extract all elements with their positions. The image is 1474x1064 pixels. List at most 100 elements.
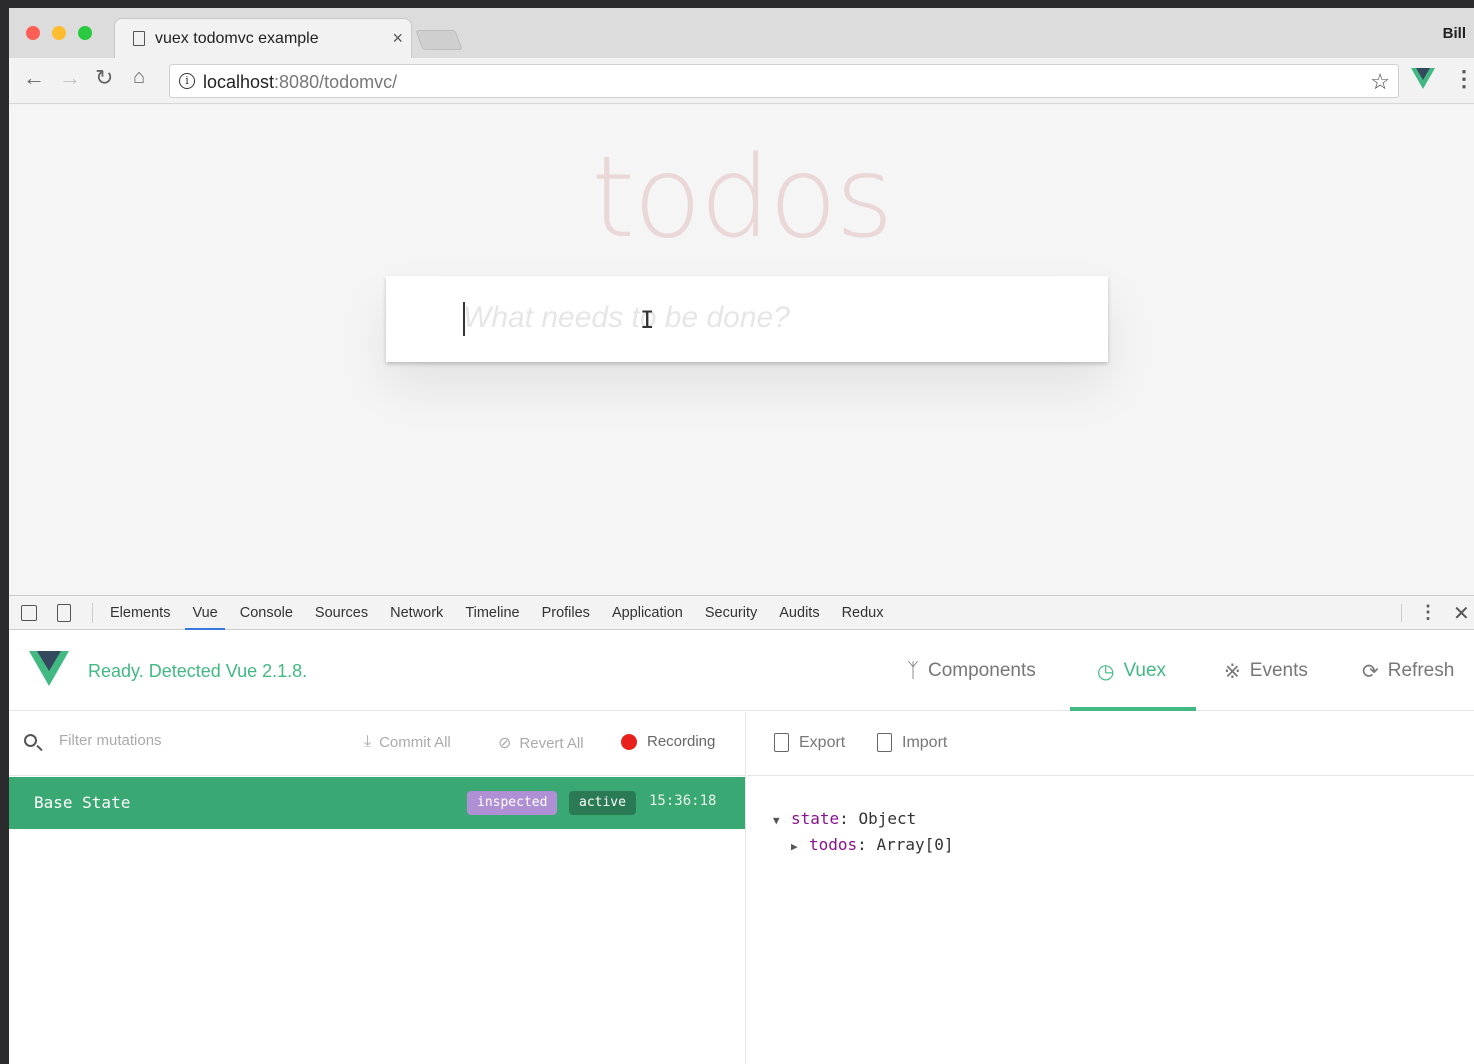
vue-logo-icon [29,651,69,686]
download-icon: ⤓ [364,733,372,750]
devtools-tabbar: Elements Vue Console Sources Network Timeline… [9,596,1474,630]
state-timestamp: 15:36:18 [649,793,717,809]
close-window-button[interactable] [26,26,40,40]
nav-events[interactable]: ※ Events [1224,631,1308,711]
mutations-toolbar: ⤓ Commit All ⊘ Revert All Recording [9,712,745,776]
todos-value: Array[0] [876,835,954,854]
maximize-window-button[interactable] [78,26,92,40]
import-button[interactable]: Import [877,733,947,752]
device-toolbar-icon[interactable] [57,604,71,622]
devtools-tab-network[interactable]: Network [379,596,454,630]
nav-events-label: Events [1249,660,1308,681]
state-value: Object [858,809,917,828]
copy-icon [774,733,789,752]
base-state-row[interactable]: Base State inspected active 15:36:18 [9,777,745,829]
reload-icon[interactable]: ↻ [95,67,113,89]
devtools-panel: Elements Vue Console Sources Network Timeline… [9,595,1474,1064]
home-icon[interactable]: ⌂ [133,67,145,87]
nav-vuex-label: Vuex [1123,660,1167,681]
bookmark-star-icon[interactable]: ☆ [1370,69,1390,95]
history-icon: ◷ [1097,660,1115,683]
commit-all-label: Commit All [379,733,451,751]
export-button[interactable]: Export [774,733,845,752]
tree-row-state[interactable]: ▼ state: Object [773,806,954,832]
divider [1401,604,1402,622]
expanded-arrow-icon[interactable]: ▼ [773,808,791,834]
search-icon [24,734,37,747]
page-content: todos I [9,105,1474,595]
nav-components-label: Components [928,660,1036,681]
ibeam-cursor-icon: I [640,306,655,334]
address-bar[interactable]: i localhost:8080/todomvc/ ☆ [169,64,1399,98]
inspect-element-icon[interactable] [21,605,37,621]
export-label: Export [799,733,846,751]
text-caret [463,302,465,336]
page-title: todos [591,133,893,263]
devtools-tabs: Elements Vue Console Sources Network Timeline… [99,596,895,630]
devtools-tab-elements[interactable]: Elements [99,596,181,630]
inspector-toolbar: Export Import [747,712,1474,776]
components-icon: ᛉ [907,659,919,682]
filter-mutations-input[interactable] [59,732,339,749]
profile-name[interactable]: Bill [1443,25,1466,42]
nav-components[interactable]: ᛉ Components [907,631,1036,711]
divider [92,603,93,623]
state-key: state [791,809,840,828]
tab-strip: vuex todomvc example × Bill [9,8,1474,58]
revert-all-label: Revert All [519,734,584,752]
forward-arrow-icon[interactable]: → [59,67,81,89]
base-state-label: Base State [34,793,131,812]
new-todo-input[interactable] [463,298,1063,338]
devtools-tab-redux[interactable]: Redux [831,596,895,630]
tab-close-icon[interactable]: × [392,28,403,49]
commit-all-button[interactable]: ⤓ Commit All [364,733,451,751]
nav-refresh-label: Refresh [1387,660,1455,681]
minimize-window-button[interactable] [52,26,66,40]
active-nav-indicator [1070,707,1196,711]
import-label: Import [902,733,948,751]
collapsed-arrow-icon[interactable]: ▶ [791,834,809,860]
new-todo-container: I [386,276,1108,362]
devtools-tab-application[interactable]: Application [601,596,694,630]
mutations-pane: ⤓ Commit All ⊘ Revert All Recording Base… [9,712,746,1064]
revert-all-button[interactable]: ⊘ Revert All [498,733,584,753]
devtools-tab-timeline[interactable]: Timeline [454,596,530,630]
record-icon [621,733,637,750]
events-icon: ※ [1224,660,1241,683]
status-text: Ready. Detected Vue 2.1.8. [88,661,308,681]
back-arrow-icon[interactable]: ← [23,67,45,89]
nav-vuex[interactable]: ◷ Vuex [1097,631,1166,711]
vue-devtools-header: Ready. Detected Vue 2.1.8. ᛉ Components … [9,631,1474,711]
state-tree: ▼ state: Object ▶ todos: Array[0] [773,806,954,858]
tree-row-todos[interactable]: ▶ todos: Array[0] [773,832,954,858]
browser-menu-icon[interactable]: ⋮ [1453,66,1474,92]
tab-title: vuex todomvc example [155,30,319,47]
url-path: :8080/todomvc/ [274,72,398,92]
clipboard-icon [877,733,892,752]
url-host: localhost [203,72,275,92]
devtools-tab-audits[interactable]: Audits [768,596,830,630]
browser-tab[interactable]: vuex todomvc example × [114,18,412,58]
new-tab-button[interactable] [415,30,463,50]
ban-icon: ⊘ [498,735,512,752]
devtools-tab-security[interactable]: Security [694,596,768,630]
state-inspector-pane: Export Import ▼ state: Object ▶ todos: Arr… [747,712,1474,1064]
devtools-tab-vue[interactable]: Vue [181,596,228,630]
nav-refresh[interactable]: ⟳ Refresh [1362,631,1454,711]
info-icon[interactable]: i [179,73,195,89]
url-text[interactable]: localhost:8080/todomvc/ [203,72,397,93]
document-icon [133,31,145,46]
vue-devtools-extension-icon[interactable] [1411,68,1435,90]
devtools-menu-icon[interactable]: ⋮ [1419,602,1437,623]
recording-toggle[interactable]: Recording [621,733,715,750]
devtools-close-icon[interactable]: ✕ [1453,601,1470,626]
inspected-badge: inspected [467,791,558,815]
recording-label: Recording [647,733,716,750]
browser-window: vuex todomvc example × Bill ← → ↻ ⌂ i lo… [9,8,1474,1064]
active-badge: active [569,791,636,815]
refresh-icon: ⟳ [1362,660,1379,683]
devtools-tab-sources[interactable]: Sources [304,596,379,630]
devtools-tab-console[interactable]: Console [229,596,304,630]
devtools-tab-profiles[interactable]: Profiles [531,596,601,630]
browser-toolbar: ← → ↻ ⌂ i localhost:8080/todomvc/ ☆ ⋮ [9,58,1474,104]
